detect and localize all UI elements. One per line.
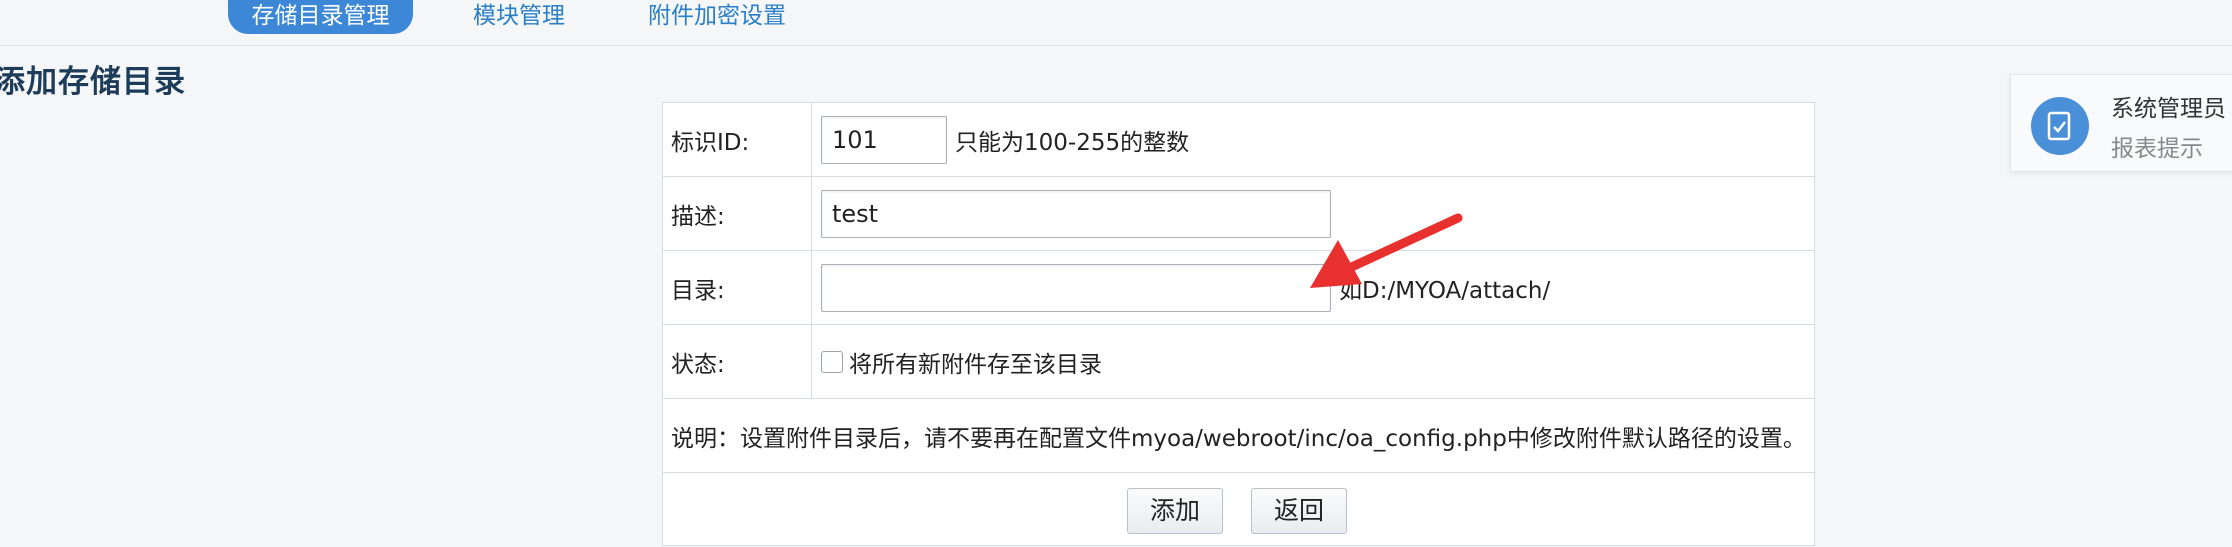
- back-button[interactable]: 返回: [1251, 488, 1348, 534]
- id-hint: 只能为100-255的整数: [955, 129, 1190, 156]
- row-id: 标识ID: 只能为100-255的整数: [663, 103, 1814, 177]
- tab-storage-directory[interactable]: 存储目录管理: [228, 0, 413, 34]
- report-icon: [2031, 97, 2089, 155]
- row-description: 描述:: [663, 177, 1814, 251]
- directory-label: 目录:: [663, 251, 812, 324]
- id-label: 标识ID:: [663, 103, 812, 176]
- row-status: 状态: 将所有新附件存至该目录: [663, 325, 1814, 399]
- row-note: 说明：设置附件目录后，请不要再在配置文件myoa/webroot/inc/oa_…: [663, 399, 1814, 473]
- description-input[interactable]: [821, 189, 1331, 238]
- status-checkbox[interactable]: [821, 350, 843, 373]
- description-label: 描述:: [663, 177, 812, 250]
- add-button[interactable]: 添加: [1127, 488, 1224, 534]
- note-text: 说明：设置附件目录后，请不要再在配置文件myoa/webroot/inc/oa_…: [671, 425, 1806, 452]
- id-input[interactable]: [821, 115, 947, 164]
- status-label: 状态:: [663, 325, 812, 398]
- tab-module-management[interactable]: 模块管理: [473, 0, 565, 34]
- page-title: 添加存储目录: [0, 64, 186, 100]
- row-actions: 添加 返回: [663, 473, 1814, 547]
- tab-bar: 存储目录管理 模块管理 附件加密设置: [0, 0, 2232, 46]
- notification-card[interactable]: 系统管理员 报表提示: [2010, 74, 2232, 172]
- status-checkbox-label: 将所有新附件存至该目录: [849, 351, 1102, 378]
- red-arrow-annotation: [1310, 213, 1463, 288]
- row-directory: 目录: 如D:/MYOA/attach/: [663, 251, 1814, 325]
- directory-input[interactable]: [821, 263, 1331, 312]
- notification-name: 系统管理员: [2111, 96, 2226, 122]
- add-directory-form: 标识ID: 只能为100-255的整数 描述: 目录: 如D:/MYOA/att…: [662, 102, 1815, 546]
- tab-attachment-encryption[interactable]: 附件加密设置: [648, 0, 786, 34]
- notification-subtitle: 报表提示: [2111, 136, 2203, 162]
